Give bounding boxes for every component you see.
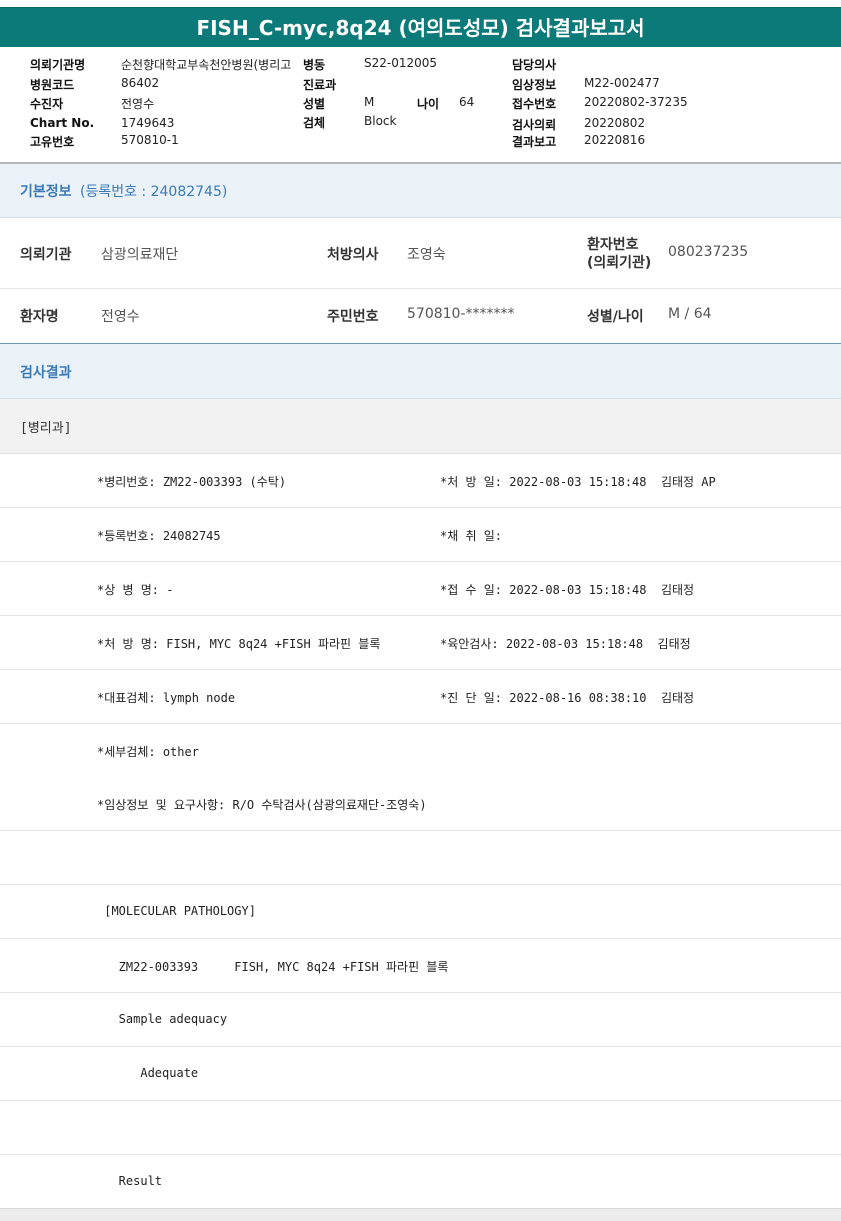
result-right-text: *채 취 일: <box>440 528 503 543</box>
specimen-label: 검체 <box>303 116 326 130</box>
result-left-text: Sample adequacy <box>97 1012 228 1026</box>
report-title: FISH_C-myc,8q24 (여의도성모) 검사결과보고서 <box>0 7 841 48</box>
sex-age-label: 성별/나이 <box>587 309 644 325</box>
clinical-value: M22-002477 <box>584 76 660 90</box>
result-row <box>0 1100 841 1155</box>
ward-value: S22-012005 <box>364 56 438 70</box>
result-right-text: *접 수 일: 2022-08-03 15:18:48 김태정 <box>440 582 695 597</box>
result-row: Result <box>0 1154 841 1209</box>
age-value: 64 <box>459 95 475 109</box>
request-value: 20220802 <box>584 116 646 130</box>
results-heading: 검사결과 <box>0 344 841 399</box>
patient-label: 수진자 <box>30 97 64 111</box>
patient-value: 전영수 <box>121 97 155 111</box>
chart-value: 1749643 <box>121 116 175 130</box>
basic-info-row-1: 의뢰기관 삼광의료재단 처방의사 조영숙 환자번호 (의뢰기관) 0802372… <box>0 218 841 289</box>
unique-value: 570810-1 <box>121 133 179 147</box>
result-left-text: *상 병 명: - <box>97 582 174 597</box>
result-right-text: *진 단 일: 2022-08-16 08:38:10 김태정 <box>440 690 695 705</box>
result-left-text: *대표검체: lymph node <box>97 690 236 705</box>
result-row: [MOLECULAR PATHOLOGY] <box>0 885 841 940</box>
unique-label: 고유번호 <box>30 135 75 149</box>
rrn-value: 570810-******* <box>407 306 515 322</box>
chart-label: Chart No. <box>30 116 95 130</box>
result-row: *대표검체: lymph node *진 단 일: 2022-08-16 08:3… <box>0 669 841 724</box>
result-left-text: *등록번호: 24082745 <box>97 528 221 543</box>
bottom-scroll-strip <box>0 1208 841 1221</box>
result-row: *병리번호: ZM22-003393 (수탁) *처 방 일: 2022-08-0… <box>0 454 841 508</box>
result-row: *임상정보 및 요구사항: R/O 수탁검사(삼광의료재단-조영숙) <box>0 777 841 832</box>
basic-info-heading: 기본정보 (등록번호 : 24082745) <box>0 164 841 218</box>
prescriber-value: 조영숙 <box>407 247 446 263</box>
result-left-text: *병리번호: ZM22-003393 (수탁) <box>97 475 287 489</box>
sex-value: M <box>364 95 375 109</box>
institution-value: 순천향대학교부속천안병원(병리고 <box>121 58 292 72</box>
result-row: *등록번호: 24082745 *채 취 일: <box>0 507 841 562</box>
dept-label: [병리과] <box>20 421 72 436</box>
sex-label: 성별 <box>303 97 326 111</box>
result-left-text: Result <box>97 1173 163 1188</box>
result-row: *상 병 명: - *접 수 일: 2022-08-03 15:18:48 김태정 <box>0 561 841 616</box>
result-row: ZM22-003393 FISH, MYC 8q24 +FISH 파라핀 블록 <box>0 939 841 994</box>
age-label: 나이 <box>417 97 440 111</box>
hospital-code-label: 병원코드 <box>30 78 75 92</box>
dept-label: 진료과 <box>303 78 337 92</box>
result-row: *처 방 명: FISH, MYC 8q24 +FISH 파라핀 블록 *육안검사… <box>0 615 841 670</box>
patient-name-value: 전영수 <box>101 309 140 325</box>
institution-label: 의뢰기관명 <box>30 58 86 72</box>
result-row: Adequate <box>0 1046 841 1101</box>
result-right-text: *육안검사: 2022-08-03 15:18:48 김태정 <box>440 636 691 651</box>
result-left-text: *처 방 명: FISH, MYC 8q24 +FISH 파라핀 블록 <box>97 636 381 651</box>
result-left-text: ZM22-003393 FISH, MYC 8q24 +FISH 파라핀 블록 <box>97 960 449 975</box>
patient-no-value: 080237235 <box>668 244 749 260</box>
report-date-label: 결과보고 <box>512 135 557 149</box>
dept-row: [병리과] <box>0 399 841 454</box>
basic-info-title: 기본정보 <box>20 184 72 200</box>
patient-no-label: 환자번호 <box>587 237 639 253</box>
basic-info-row-2: 환자명 전영수 주민번호 570810-******* 성별/나이 M / 64 <box>0 289 841 344</box>
report-date-value: 20220816 <box>584 133 646 147</box>
result-row <box>0 831 841 886</box>
patient-name-label: 환자명 <box>20 309 59 325</box>
result-row: *세부검체: other <box>0 723 841 778</box>
result-left-text: [MOLECULAR PATHOLOGY] <box>97 904 256 919</box>
results-title: 검사결과 <box>20 365 72 381</box>
sex-age-value: M / 64 <box>668 306 712 322</box>
receipt-value: 20220802-37235 <box>584 95 688 109</box>
result-row: Sample adequacy <box>0 993 841 1047</box>
receipt-label: 접수번호 <box>512 97 557 111</box>
result-left-text: *세부검체: other <box>97 744 199 759</box>
ward-label: 병동 <box>303 58 326 72</box>
hospital-code-value: 86402 <box>121 76 160 90</box>
clinical-label: 임상정보 <box>512 78 557 92</box>
report-header: 의뢰기관명 순천향대학교부속천안병원(병리고 병동 S22-012005 담당의… <box>0 47 841 164</box>
doctor-label: 담당의사 <box>512 58 557 72</box>
specimen-value: Block <box>364 114 397 128</box>
prescriber-label: 처방의사 <box>327 247 379 263</box>
requester-value: 삼광의료재단 <box>101 247 179 263</box>
patient-no-sublabel: (의뢰기관) <box>587 255 652 271</box>
result-left-text: *임상정보 및 요구사항: R/O 수탁검사(삼광의료재단-조영숙) <box>97 798 427 813</box>
result-left-text: Adequate <box>97 1065 199 1080</box>
requester-label: 의뢰기관 <box>20 247 72 263</box>
registration-number: (등록번호 : 24082745) <box>80 184 228 200</box>
result-right-text: *처 방 일: 2022-08-03 15:18:48 김태정 AP <box>440 475 716 489</box>
rrn-label: 주민번호 <box>327 309 379 325</box>
request-label: 검사의뢰 <box>512 118 557 132</box>
